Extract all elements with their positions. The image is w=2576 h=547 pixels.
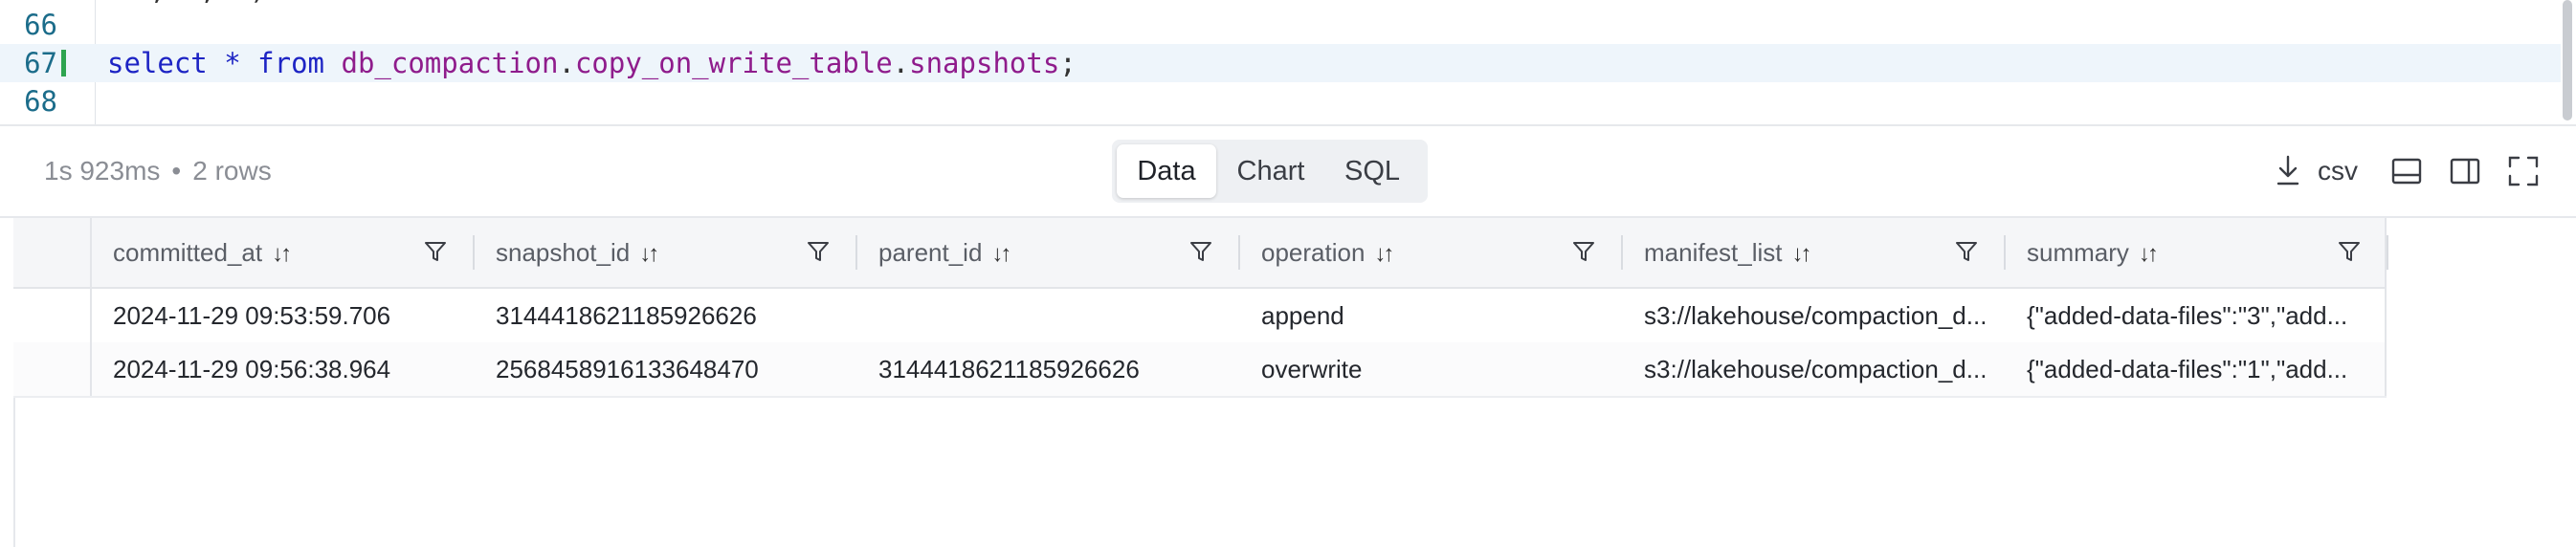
semicolon: ; (1059, 47, 1077, 79)
cell-manifest-list[interactable]: s3://lakehouse/compaction_d... (1644, 342, 1998, 396)
editor-line-68[interactable]: 68 (0, 82, 2561, 120)
column-divider[interactable] (1238, 235, 1240, 270)
filter-icon[interactable] (2337, 239, 2362, 264)
column-header-snapshot-id[interactable]: snapshot_id ↓↑ (496, 218, 659, 287)
side-panel-layout-icon[interactable] (2449, 155, 2481, 187)
tab-chart[interactable]: Chart (1221, 144, 1321, 198)
column-header-manifest-list[interactable]: manifest_list ↓↑ (1644, 218, 1812, 287)
dot: . (892, 47, 910, 79)
column-name: snapshot_id (496, 238, 631, 267)
tab-sql[interactable]: SQL (1324, 144, 1420, 198)
previous-line-fragment: , , ) (100, 0, 266, 4)
line-number: 67 (24, 47, 57, 79)
editor-line-67[interactable]: 67 select * from db_compaction.copy_on_w… (0, 44, 2561, 82)
table-identifier: copy_on_write_table (574, 47, 893, 79)
column-divider[interactable] (2004, 235, 2006, 270)
cell-committed-at[interactable]: 2024-11-29 09:53:59.706 (113, 289, 457, 342)
grid-right-border (2385, 218, 2387, 396)
grid-header: committed_at ↓↑ snapshot_id ↓↑ parent_id ↓↑… (13, 218, 2388, 289)
view-switcher: Data Chart SQL (1112, 140, 1428, 203)
column-header-summary[interactable]: summary ↓↑ (2027, 218, 2159, 287)
sort-icon[interactable]: ↓↑ (1792, 241, 1812, 267)
table-row[interactable]: 2024-11-29 09:53:59.706 3144418621185926… (13, 289, 2387, 344)
cell-snapshot-id[interactable]: 3144418621185926626 (496, 289, 840, 342)
row-count: 2 rows (192, 156, 272, 186)
filter-icon[interactable] (1188, 239, 1213, 264)
row-index-header (13, 218, 92, 287)
cell-snapshot-id[interactable]: 2568458916133648470 (496, 342, 840, 396)
sort-icon[interactable]: ↓↑ (1374, 241, 1394, 267)
dot: . (558, 47, 575, 79)
fullscreen-icon[interactable] (2507, 155, 2540, 187)
cell-operation[interactable]: overwrite (1261, 342, 1606, 396)
star-operator: * (224, 47, 241, 79)
database-identifier: db_compaction (341, 47, 559, 79)
cell-summary[interactable]: {"added-data-files":"1","add... (2027, 342, 2381, 396)
column-header-parent-id[interactable]: parent_id ↓↑ (878, 218, 1011, 287)
results-toolbar: 1s 923ms • 2 rows Data Chart SQL csv (0, 126, 2576, 218)
cell-operation[interactable]: append (1261, 289, 1606, 342)
filter-icon[interactable] (806, 239, 831, 264)
bottom-panel-layout-icon[interactable] (2390, 155, 2423, 187)
sort-icon[interactable]: ↓↑ (991, 241, 1011, 267)
sql-statement[interactable]: select * from db_compaction.copy_on_writ… (107, 44, 1077, 82)
column-divider[interactable] (1621, 235, 1623, 270)
column-header-committed-at[interactable]: committed_at ↓↑ (113, 218, 292, 287)
cell-parent-id[interactable]: 3144418621185926626 (878, 342, 1223, 396)
column-name: summary (2027, 238, 2129, 267)
column-name: parent_id (878, 238, 983, 267)
keyword-select: select (107, 47, 208, 79)
cell-committed-at[interactable]: 2024-11-29 09:56:38.964 (113, 342, 457, 396)
separator-dot: • (171, 156, 182, 186)
line-number: 66 (24, 9, 57, 41)
table-row[interactable]: 2024-11-29 09:56:38.964 2568458916133648… (13, 342, 2387, 398)
column-name: committed_at (113, 238, 263, 267)
column-header-operation[interactable]: operation ↓↑ (1261, 218, 1394, 287)
download-icon[interactable] (2276, 153, 2300, 187)
column-name: operation (1261, 238, 1366, 267)
cell-parent-id[interactable] (878, 289, 1223, 342)
row-index-cell[interactable] (13, 342, 92, 396)
column-divider[interactable] (855, 235, 857, 270)
filter-icon[interactable] (1954, 239, 1979, 264)
keyword-from: from (257, 47, 325, 79)
sql-editor[interactable]: , , ) 66 67 select * from db_compaction.… (0, 0, 2576, 126)
editor-scrollbar[interactable] (2563, 0, 2572, 120)
row-index-cell[interactable] (13, 289, 92, 342)
query-stats: 1s 923ms • 2 rows (44, 126, 272, 216)
sort-icon[interactable]: ↓↑ (639, 241, 659, 267)
filter-icon[interactable] (1571, 239, 1596, 264)
column-divider[interactable] (473, 235, 475, 270)
metadata-table-identifier: snapshots (909, 47, 1060, 79)
cell-manifest-list[interactable]: s3://lakehouse/compaction_d... (1644, 289, 1998, 342)
editor-line-66[interactable]: 66 (0, 6, 2561, 44)
modified-line-marker (61, 50, 66, 77)
sort-icon[interactable]: ↓↑ (272, 241, 292, 267)
sort-icon[interactable]: ↓↑ (2139, 241, 2159, 267)
column-divider[interactable] (2387, 235, 2388, 270)
elapsed-time: 1s 923ms (44, 156, 161, 186)
filter-icon[interactable] (423, 239, 448, 264)
cell-summary[interactable]: {"added-data-files":"3","add... (2027, 289, 2381, 342)
column-name: manifest_list (1644, 238, 1783, 267)
export-csv-button[interactable]: csv (2318, 126, 2358, 216)
line-number: 68 (24, 85, 57, 118)
tab-data[interactable]: Data (1117, 144, 1216, 198)
